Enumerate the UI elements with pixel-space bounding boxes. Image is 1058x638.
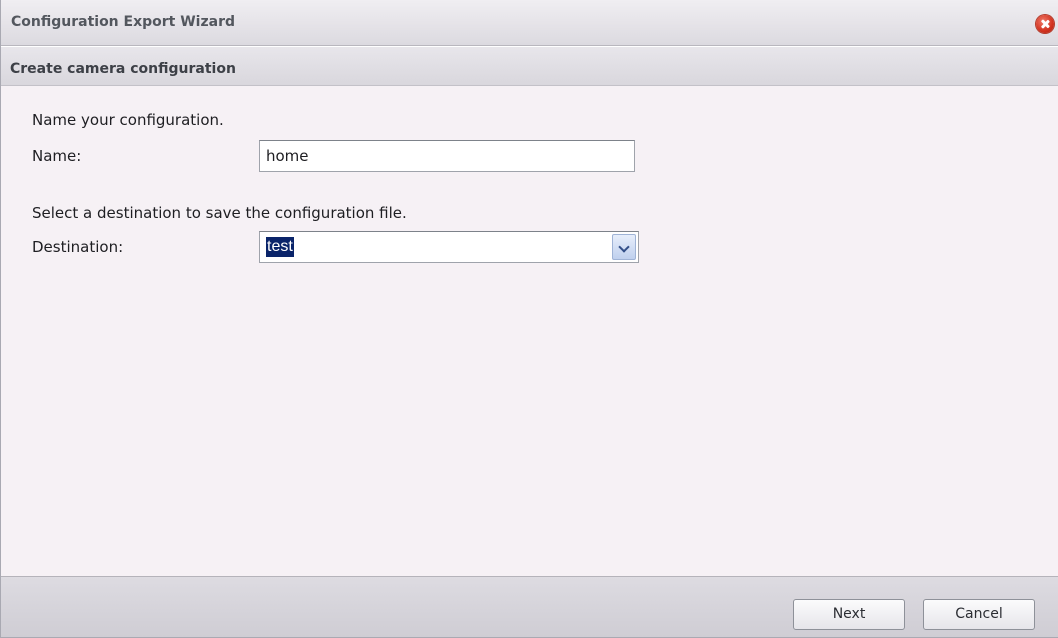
- section-title: Create camera configuration: [10, 61, 236, 77]
- destination-selected-value: test: [266, 237, 294, 257]
- chevron-down-icon[interactable]: [612, 234, 636, 260]
- destination-select[interactable]: test: [259, 231, 639, 263]
- next-button[interactable]: Next: [793, 599, 905, 630]
- wizard-window: Configuration Export Wizard Create camer…: [0, 0, 1058, 638]
- destination-label: Destination:: [32, 238, 124, 256]
- wizard-content: Name your configuration. Name: Select a …: [1, 86, 1058, 576]
- name-input[interactable]: [259, 140, 635, 172]
- close-icon[interactable]: [1036, 15, 1054, 33]
- cancel-button[interactable]: Cancel: [923, 599, 1035, 630]
- window-title: Configuration Export Wizard: [11, 14, 235, 30]
- name-instruction: Name your configuration.: [32, 111, 224, 129]
- destination-instruction: Select a destination to save the configu…: [32, 204, 407, 222]
- section-header: Create camera configuration: [1, 46, 1058, 86]
- name-label: Name:: [32, 147, 82, 165]
- footer-bar: Next Cancel: [1, 576, 1058, 637]
- title-bar: Configuration Export Wizard: [1, 0, 1058, 46]
